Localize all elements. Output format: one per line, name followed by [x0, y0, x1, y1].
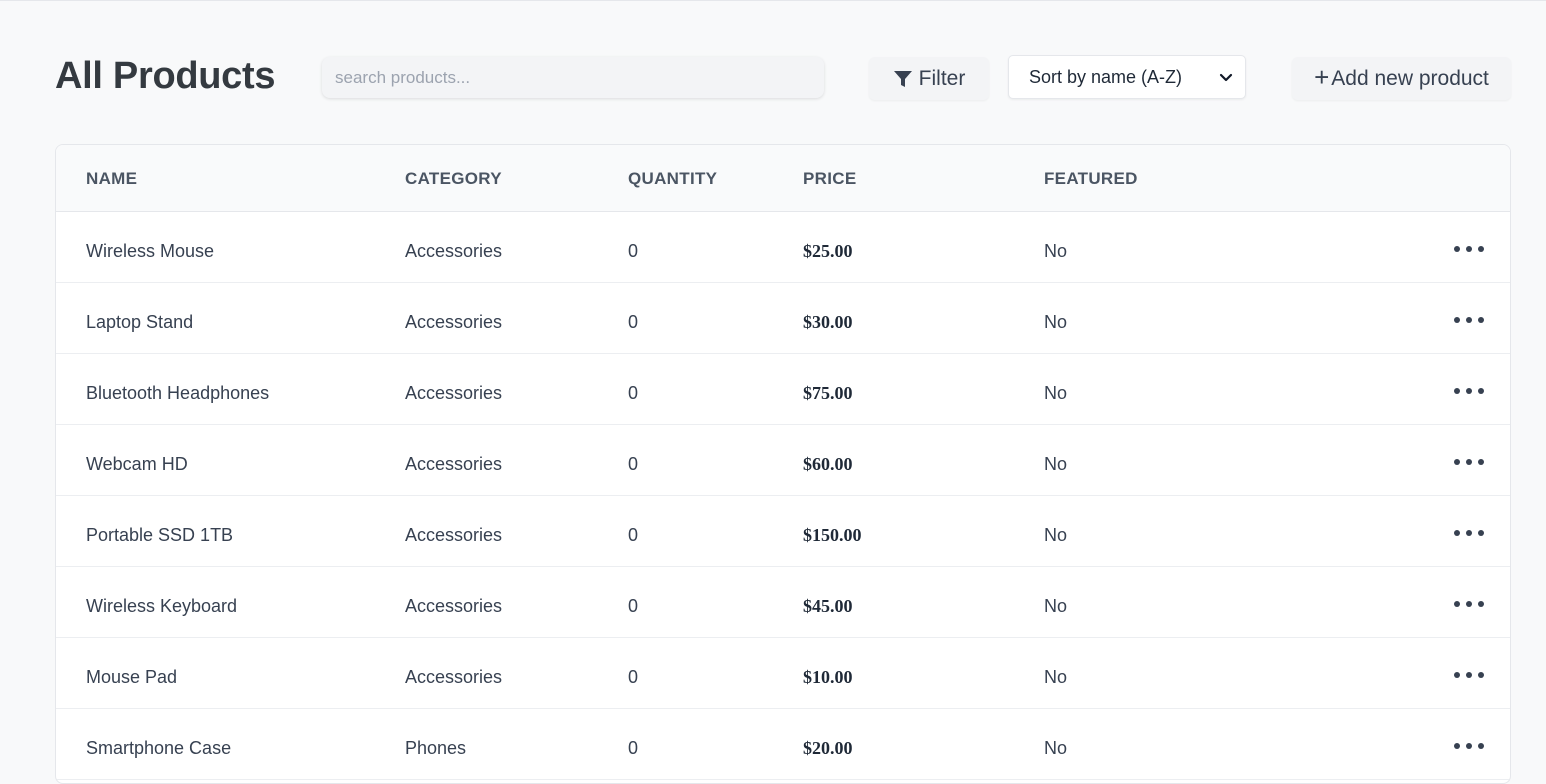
product-name: Webcam HD	[86, 454, 188, 474]
product-category: Phones	[405, 738, 467, 758]
product-category: Accessories	[405, 667, 503, 687]
search-box[interactable]	[322, 57, 824, 98]
table-row[interactable]: Portable SSD 1TB Accessories 0 $150.00 N…	[56, 496, 1510, 567]
table-row[interactable]: Wireless Keyboard Accessories 0 $45.00 N…	[56, 567, 1510, 638]
product-category: Accessories	[405, 596, 503, 616]
sort-select-value: Sort by name (A-Z)	[1029, 66, 1183, 87]
product-quantity: 0	[628, 738, 639, 758]
product-name: Wireless Mouse	[86, 241, 215, 261]
product-category: Accessories	[405, 383, 503, 403]
product-price: $60.00	[803, 454, 853, 474]
more-horizontal-icon[interactable]	[1454, 526, 1484, 540]
page-header: All Products Filter Sort by name (A-Z) +…	[55, 52, 1511, 104]
product-price: $150.00	[803, 525, 862, 545]
more-horizontal-icon[interactable]	[1454, 455, 1484, 469]
table-row[interactable]: Smartphone Case Phones 0 $20.00 No	[56, 709, 1510, 780]
column-header-price[interactable]: PRICE	[803, 145, 856, 212]
page-title: All Products	[55, 55, 276, 97]
chevron-down-icon	[1219, 73, 1233, 82]
product-price: $30.00	[803, 312, 853, 332]
product-featured: No	[1044, 454, 1068, 474]
plus-icon: +	[1314, 61, 1330, 92]
filter-button[interactable]: Filter	[869, 57, 989, 100]
search-input[interactable]	[322, 57, 824, 98]
product-quantity: 0	[628, 667, 639, 687]
column-header-category[interactable]: CATEGORY	[405, 145, 502, 212]
product-name: Wireless Keyboard	[86, 596, 238, 616]
add-new-product-button[interactable]: + Add new product	[1292, 57, 1511, 100]
table-row[interactable]: Laptop Stand Accessories 0 $30.00 No	[56, 283, 1510, 354]
add-new-product-label: Add new product	[1331, 66, 1489, 90]
product-quantity: 0	[628, 312, 639, 332]
product-category: Accessories	[405, 525, 503, 545]
more-horizontal-icon[interactable]	[1454, 668, 1484, 682]
sort-select[interactable]: Sort by name (A-Z)	[1008, 55, 1246, 99]
column-header-quantity[interactable]: QUANTITY	[628, 145, 717, 212]
product-price: $10.00	[803, 667, 853, 687]
product-name: Smartphone Case	[86, 738, 232, 758]
product-name: Bluetooth Headphones	[86, 383, 270, 403]
product-quantity: 0	[628, 383, 639, 403]
table-row[interactable]: Bluetooth Headphones Accessories 0 $75.0…	[56, 354, 1510, 425]
product-price: $45.00	[803, 596, 853, 616]
product-category: Accessories	[405, 312, 503, 332]
product-name: Laptop Stand	[86, 312, 194, 332]
product-name: Portable SSD 1TB	[86, 525, 234, 545]
product-featured: No	[1044, 383, 1068, 403]
more-horizontal-icon[interactable]	[1454, 242, 1484, 256]
more-horizontal-icon[interactable]	[1454, 597, 1484, 611]
product-featured: No	[1044, 312, 1068, 332]
more-horizontal-icon[interactable]	[1454, 739, 1484, 753]
column-header-name[interactable]: NAME	[86, 145, 137, 212]
product-price: $20.00	[803, 738, 853, 758]
product-category: Accessories	[405, 454, 503, 474]
filter-button-label: Filter	[918, 66, 966, 90]
column-header-featured[interactable]: FEATURED	[1044, 145, 1138, 212]
products-table: NAME CATEGORY QUANTITY PRICE FEATURED Wi…	[55, 144, 1511, 784]
more-horizontal-icon[interactable]	[1454, 384, 1484, 398]
table-row[interactable]: Mouse Pad Accessories 0 $10.00 No	[56, 638, 1510, 709]
product-quantity: 0	[628, 596, 639, 616]
product-featured: No	[1044, 525, 1068, 545]
product-featured: No	[1044, 738, 1068, 758]
top-border	[0, 0, 1546, 1]
table-row[interactable]: Wireless Mouse Accessories 0 $25.00 No	[56, 212, 1510, 283]
table-header: NAME CATEGORY QUANTITY PRICE FEATURED	[56, 145, 1510, 212]
product-price: $75.00	[803, 383, 853, 403]
product-featured: No	[1044, 241, 1068, 261]
product-price: $25.00	[803, 241, 853, 261]
funnel-icon	[893, 70, 912, 87]
product-featured: No	[1044, 667, 1068, 687]
product-quantity: 0	[628, 525, 639, 545]
product-quantity: 0	[628, 241, 639, 261]
product-featured: No	[1044, 596, 1068, 616]
more-horizontal-icon[interactable]	[1454, 313, 1484, 327]
table-row[interactable]: Webcam HD Accessories 0 $60.00 No	[56, 425, 1510, 496]
product-name: Mouse Pad	[86, 667, 178, 687]
product-category: Accessories	[405, 241, 503, 261]
product-quantity: 0	[628, 454, 639, 474]
